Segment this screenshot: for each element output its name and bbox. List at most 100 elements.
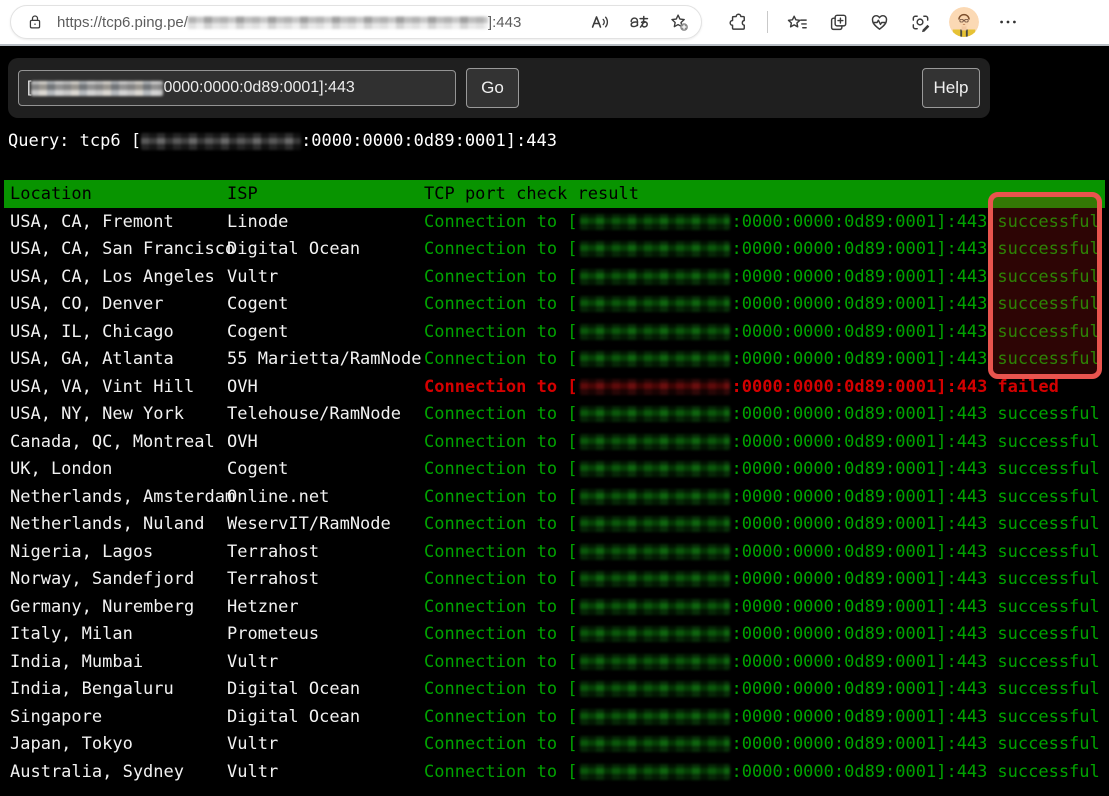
cell-result: Connection to [ :0000:0000:0d89:0001]:44… [424,624,1105,644]
result-suffix: :0000:0000:0d89:0001]:443 [732,322,988,342]
masked-ip [580,764,730,780]
result-prefix: Connection to [ [424,597,578,617]
cell-isp: Linode [227,212,424,232]
extensions-icon[interactable] [726,10,750,34]
cell-result: Connection to [ :0000:0000:0d89:0001]:44… [424,404,1105,424]
masked-ip [580,269,730,285]
more-menu-icon[interactable] [996,10,1020,34]
profile-avatar[interactable] [949,7,979,37]
cell-result: Connection to [ :0000:0000:0d89:0001]:44… [424,212,1105,232]
masked-ip [580,516,730,532]
favorites-icon[interactable] [785,10,809,34]
cell-isp: Cogent [227,322,424,342]
cell-location: USA, CO, Denver [4,294,227,314]
status-text: successful [997,239,1099,259]
result-prefix: Connection to [ [424,349,578,369]
address-bar-icons [587,10,691,34]
table-header: Location ISP TCP port check result [4,180,1105,208]
lock-icon[interactable] [23,10,47,34]
result-suffix: :0000:0000:0d89:0001]:443 [732,404,988,424]
status-text: successful [997,734,1099,754]
cell-result: Connection to [ :0000:0000:0d89:0001]:44… [424,679,1105,699]
table-row: USA, NY, New York Telehouse/RamNode Conn… [4,401,1105,429]
cell-isp: Digital Ocean [227,239,424,259]
browser-toolbar: https://tcp6.ping.pe/ ]:443 [0,0,1109,46]
cell-result: Connection to [ :0000:0000:0d89:0001]:44… [424,377,1105,397]
cell-location: USA, GA, Atlanta [4,349,227,369]
result-suffix: :0000:0000:0d89:0001]:443 [732,212,988,232]
result-suffix: :0000:0000:0d89:0001]:443 [732,377,988,397]
table-row: Germany, Nuremberg Hetzner Connection to… [4,593,1105,621]
page-content: [ 0000:0000:0d89:0001]:443 Go Help Query… [0,58,1109,786]
cell-location: Singapore [4,707,227,727]
status-text: successful [997,349,1099,369]
result-prefix: Connection to [ [424,569,578,589]
header-result: TCP port check result [424,184,1105,204]
cell-location: Australia, Sydney [4,762,227,782]
cell-location: Norway, Sandefjord [4,569,227,589]
cell-location: Germany, Nuremberg [4,597,227,617]
cell-location: Nigeria, Lagos [4,542,227,562]
cell-location: USA, NY, New York [4,404,227,424]
web-capture-icon[interactable] [908,10,932,34]
status-text: successful [997,212,1099,232]
cell-location: India, Mumbai [4,652,227,672]
result-prefix: Connection to [ [424,679,578,699]
result-suffix: :0000:0000:0d89:0001]:443 [732,569,988,589]
host-input[interactable]: [ 0000:0000:0d89:0001]:443 [18,70,456,106]
cell-isp: Digital Ocean [227,707,424,727]
cell-result: Connection to [ :0000:0000:0d89:0001]:44… [424,597,1105,617]
masked-ip [580,351,730,367]
cell-isp: Online.net [227,487,424,507]
status-text: successful [997,432,1099,452]
masked-ip [580,626,730,642]
table-row: UK, London Cogent Connection to [ :0000:… [4,456,1105,484]
read-aloud-icon[interactable] [587,10,611,34]
result-suffix: :0000:0000:0d89:0001]:443 [732,679,988,699]
help-button[interactable]: Help [922,68,980,108]
toolbar-divider [767,11,768,33]
go-button[interactable]: Go [466,68,519,108]
cell-isp: WeservIT/RamNode [227,514,424,534]
masked-ip [580,296,730,312]
collections-icon[interactable] [826,10,850,34]
table-row: Norway, Sandefjord Terrahost Connection … [4,566,1105,594]
masked-ip [580,434,730,450]
cell-result: Connection to [ :0000:0000:0d89:0001]:44… [424,542,1105,562]
result-suffix: :0000:0000:0d89:0001]:443 [732,294,988,314]
table-row: Netherlands, Amsterdam Online.net Connec… [4,483,1105,511]
cell-location: Netherlands, Amsterdam [4,487,227,507]
table-row: Netherlands, Nuland WeservIT/RamNode Con… [4,511,1105,539]
url-suffix: ]:443 [488,14,521,31]
masked-input-ip [31,81,163,96]
status-text: successful [997,459,1099,479]
header-isp: ISP [227,184,424,204]
table-row: USA, IL, Chicago Cogent Connection to [ … [4,318,1105,346]
result-suffix: :0000:0000:0d89:0001]:443 [732,762,988,782]
result-suffix: :0000:0000:0d89:0001]:443 [732,487,988,507]
result-prefix: Connection to [ [424,432,578,452]
cell-result: Connection to [ :0000:0000:0d89:0001]:44… [424,734,1105,754]
masked-ip [580,324,730,340]
masked-ip [580,709,730,725]
cell-result: Connection to [ :0000:0000:0d89:0001]:44… [424,239,1105,259]
result-suffix: :0000:0000:0d89:0001]:443 [732,267,988,287]
cell-isp: Vultr [227,267,424,287]
add-favorite-icon[interactable] [667,10,691,34]
cell-result: Connection to [ :0000:0000:0d89:0001]:44… [424,432,1105,452]
cell-isp: Cogent [227,294,424,314]
status-text: successful [997,322,1099,342]
cell-location: UK, London [4,459,227,479]
masked-query-ip [141,133,301,150]
status-text: failed [997,377,1058,397]
table-row: USA, CA, Los Angeles Vultr Connection to… [4,263,1105,291]
cell-location: USA, IL, Chicago [4,322,227,342]
translate-icon[interactable] [627,10,651,34]
address-bar[interactable]: https://tcp6.ping.pe/ ]:443 [10,5,702,39]
cell-location: Netherlands, Nuland [4,514,227,534]
browser-essentials-icon[interactable] [867,10,891,34]
cell-result: Connection to [ :0000:0000:0d89:0001]:44… [424,762,1105,782]
status-text: successful [997,404,1099,424]
result-suffix: :0000:0000:0d89:0001]:443 [732,707,988,727]
cell-isp: Vultr [227,734,424,754]
